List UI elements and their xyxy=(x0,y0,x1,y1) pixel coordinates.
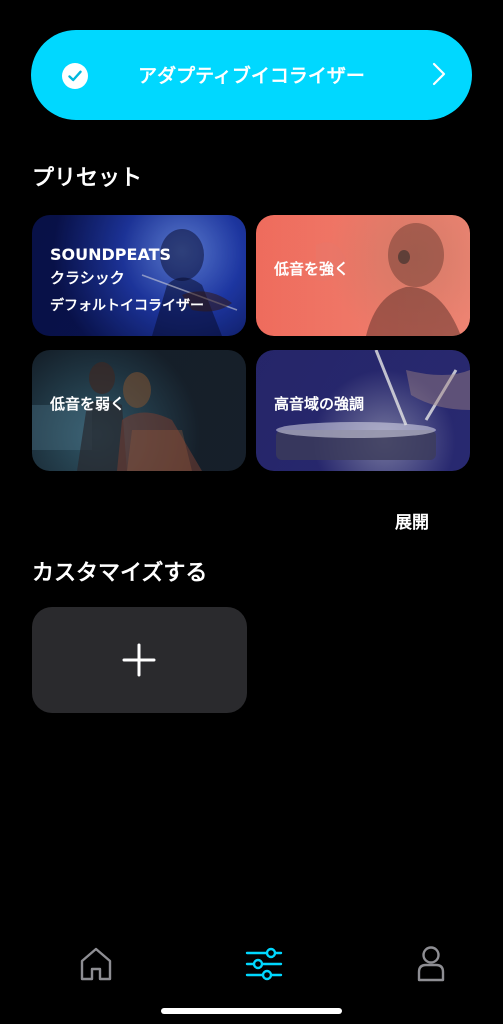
preset-name: 低音を弱く xyxy=(50,395,126,413)
preset-name: 低音を強く xyxy=(274,260,350,278)
preset-card-treble-boost[interactable]: 高音域の強調 xyxy=(256,350,470,471)
presets-title: プリセット xyxy=(32,166,143,191)
tab-equalizer[interactable] xyxy=(245,945,283,987)
home-icon xyxy=(80,947,112,981)
adaptive-eq-label: アダプティブイコライザー xyxy=(138,65,365,87)
preset-brand: SOUNDPEATS xyxy=(50,245,172,264)
tab-profile[interactable] xyxy=(416,945,446,987)
preset-name: クラシック xyxy=(50,269,125,287)
preset-card-bass-cut[interactable]: 低音を弱く xyxy=(32,350,246,471)
chevron-right-icon xyxy=(432,62,446,90)
preset-subtitle: デフォルトイコライザー xyxy=(50,298,204,314)
customize-title: カスタマイズする xyxy=(32,561,208,586)
tab-home[interactable] xyxy=(78,945,114,987)
home-indicator xyxy=(161,1008,342,1014)
add-custom-eq-button[interactable] xyxy=(32,607,247,713)
profile-icon xyxy=(417,946,445,982)
plus-icon xyxy=(122,643,156,677)
preset-card-bass-boost[interactable]: 低音を強く xyxy=(256,215,470,336)
expand-presets-link[interactable]: 展開 xyxy=(395,508,429,533)
adaptive-eq-button[interactable]: アダプティブイコライザー xyxy=(31,30,472,120)
preset-card-classic[interactable]: SOUNDPEATS クラシック デフォルトイコライザー xyxy=(32,215,246,336)
preset-name: 高音域の強調 xyxy=(274,395,365,413)
equalizer-icon xyxy=(245,947,283,981)
